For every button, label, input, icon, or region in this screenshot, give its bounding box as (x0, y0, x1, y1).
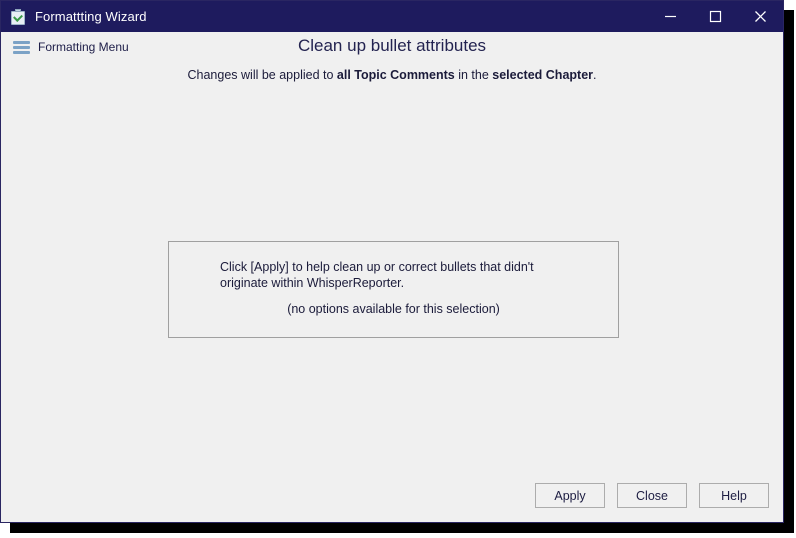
header-area: Clean up bullet attributes Changes will … (1, 34, 783, 83)
subtitle-part-1: Changes will be applied to (187, 68, 337, 82)
minimize-icon[interactable] (648, 1, 693, 32)
panel-no-options-note: (no options available for this selection… (287, 302, 500, 316)
subtitle-part-2: in the (454, 68, 493, 82)
options-panel: Click [Apply] to help clean up or correc… (168, 241, 619, 338)
close-icon[interactable] (738, 1, 783, 32)
formatting-wizard-window: Formattting Wizard Formatting Menu Clean… (0, 0, 784, 523)
clipboard-check-icon (10, 8, 26, 25)
footer-buttons: Apply Close Help (535, 483, 769, 508)
maximize-icon[interactable] (693, 1, 738, 32)
subtitle-part-3: . (593, 68, 597, 82)
help-button[interactable]: Help (699, 483, 769, 508)
subtitle-bold-1: all Topic Comments (336, 68, 455, 82)
apply-button[interactable]: Apply (535, 483, 605, 508)
close-button[interactable]: Close (617, 483, 687, 508)
page-subtitle: Changes will be applied to all Topic Com… (1, 67, 783, 83)
page-title: Clean up bullet attributes (297, 36, 487, 55)
window-title: Formattting Wizard (35, 9, 147, 24)
title-bar[interactable]: Formattting Wizard (1, 1, 783, 32)
subtitle-bold-2: selected Chapter (492, 68, 594, 82)
window-controls (648, 1, 783, 32)
panel-description: Click [Apply] to help clean up or correc… (220, 260, 534, 290)
